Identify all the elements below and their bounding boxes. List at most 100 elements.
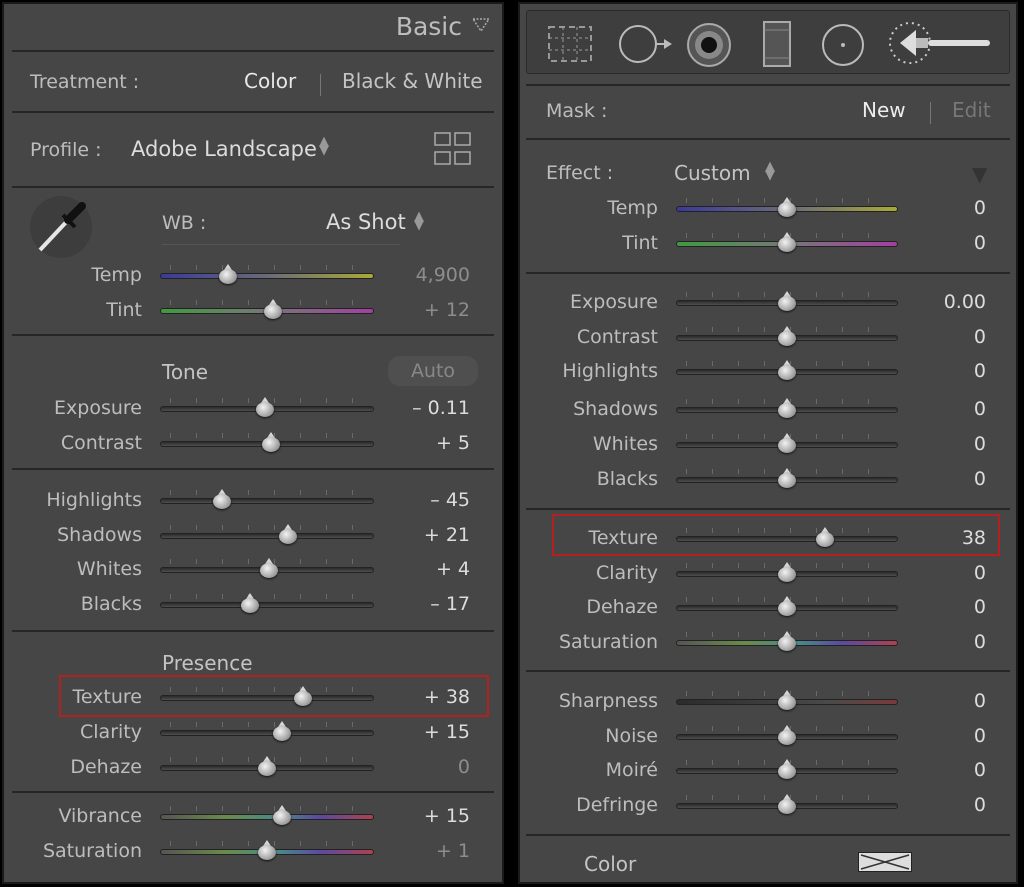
- crop-overlay-icon[interactable]: [546, 24, 594, 64]
- slider-value-vibrance[interactable]: + 15: [424, 805, 470, 827]
- slider-thumb-highlights[interactable]: [213, 489, 232, 511]
- effect-updown-icon[interactable]: ▲ ▼: [765, 160, 775, 182]
- wb-select[interactable]: As Shot: [326, 210, 406, 234]
- slider-value-blacks[interactable]: – 17: [430, 593, 470, 615]
- slider-track-vibrance[interactable]: [160, 814, 374, 820]
- eyedropper-icon[interactable]: [30, 196, 92, 258]
- slider-track-highlights[interactable]: [160, 498, 374, 504]
- slider-value-saturation[interactable]: + 1: [436, 840, 470, 862]
- slider-value-temp[interactable]: 0: [974, 197, 986, 219]
- slider-value-clarity[interactable]: + 15: [424, 721, 470, 743]
- slider-label-defringe: Defringe: [576, 794, 658, 816]
- slider-value-sharpness[interactable]: 0: [974, 690, 986, 712]
- slider-thumb-saturation[interactable]: [778, 631, 796, 653]
- slider-value-dehaze[interactable]: 0: [974, 596, 986, 618]
- slider-value-tint[interactable]: 0: [974, 232, 986, 254]
- mask-edit-button[interactable]: Edit: [952, 98, 991, 122]
- slider-thumb-vibrance[interactable]: [272, 805, 291, 827]
- slider-value-highlights[interactable]: 0: [974, 360, 986, 382]
- profile-browser-grid-icon[interactable]: [434, 132, 472, 166]
- graduated-filter-icon[interactable]: [758, 20, 796, 68]
- slider-value-whites[interactable]: 0: [974, 433, 986, 455]
- slider-label-clarity: Clarity: [596, 562, 658, 584]
- slider-value-dehaze[interactable]: 0: [458, 756, 470, 778]
- slider-thumb-moir[interactable]: [778, 759, 796, 781]
- slider-value-clarity[interactable]: 0: [974, 562, 986, 584]
- slider-track-texture[interactable]: [160, 695, 374, 701]
- slider-thumb-dehaze[interactable]: [258, 756, 276, 778]
- slider-track-blacks[interactable]: [160, 602, 374, 608]
- slider-value-contrast[interactable]: + 5: [436, 432, 470, 454]
- slider-thumb-temp[interactable]: [778, 197, 796, 219]
- profile-updown-icon[interactable]: ▲ ▼: [319, 135, 329, 157]
- treatment-bw-option[interactable]: Black & White: [342, 69, 483, 93]
- slider-thumb-sharpness[interactable]: [778, 690, 796, 712]
- slider-ticks: [170, 687, 366, 692]
- slider-ticks: [170, 594, 366, 599]
- slider-thumb-shadows[interactable]: [778, 398, 796, 420]
- slider-ticks: [170, 490, 366, 495]
- slider-thumb-whites[interactable]: [260, 558, 279, 580]
- slider-value-temp[interactable]: 4,900: [416, 264, 470, 286]
- slider-ticks: [170, 806, 366, 811]
- slider-label-texture: Texture: [72, 686, 142, 708]
- spot-removal-icon[interactable]: [618, 22, 674, 66]
- color-swatch-none[interactable]: [858, 852, 912, 872]
- slider-value-saturation[interactable]: 0: [974, 631, 986, 653]
- slider-value-texture[interactable]: + 38: [424, 686, 470, 708]
- slider-thumb-contrast[interactable]: [262, 432, 281, 454]
- slider-value-tint[interactable]: + 12: [424, 299, 470, 321]
- slider-label-highlights: Highlights: [46, 489, 142, 511]
- slider-value-shadows[interactable]: + 21: [424, 524, 470, 546]
- slider-thumb-clarity[interactable]: [778, 562, 796, 584]
- slider-track-shadows[interactable]: [160, 533, 374, 539]
- basic-panel-title[interactable]: Basic: [396, 12, 462, 41]
- slider-track-clarity[interactable]: [160, 730, 374, 736]
- mask-new-button[interactable]: New: [862, 98, 906, 122]
- red-eye-icon[interactable]: [686, 22, 732, 68]
- slider-thumb-clarity[interactable]: [272, 721, 291, 743]
- slider-thumb-highlights[interactable]: [778, 360, 796, 382]
- slider-thumb-saturation[interactable]: [258, 840, 276, 862]
- slider-label-moir: Moiré: [605, 759, 658, 781]
- radial-filter-icon[interactable]: [820, 22, 866, 68]
- slider-value-noise[interactable]: 0: [974, 725, 986, 747]
- slider-track-texture[interactable]: [676, 536, 898, 542]
- collapse-triangle-icon[interactable]: [472, 18, 490, 32]
- treatment-color-option[interactable]: Color: [244, 69, 296, 93]
- slider-value-blacks[interactable]: 0: [974, 468, 986, 490]
- wb-updown-icon[interactable]: ▲ ▼: [414, 210, 424, 232]
- slider-value-exposure[interactable]: – 0.11: [412, 397, 470, 419]
- slider-value-moir[interactable]: 0: [974, 759, 986, 781]
- slider-value-exposure[interactable]: 0.00: [944, 291, 986, 313]
- auto-tone-button[interactable]: Auto: [388, 356, 478, 386]
- slider-track-temp[interactable]: [160, 273, 374, 279]
- slider-thumb-dehaze[interactable]: [778, 596, 796, 618]
- slider-thumb-tint[interactable]: [778, 232, 796, 254]
- slider-thumb-blacks[interactable]: [240, 593, 259, 615]
- slider-thumb-shadows[interactable]: [279, 524, 298, 546]
- slider-thumb-contrast[interactable]: [778, 326, 796, 348]
- slider-ticks: [170, 525, 366, 530]
- slider-value-shadows[interactable]: 0: [974, 398, 986, 420]
- slider-value-defringe[interactable]: 0: [974, 794, 986, 816]
- slider-thumb-exposure[interactable]: [255, 397, 274, 419]
- slider-thumb-texture[interactable]: [815, 527, 834, 549]
- slider-value-texture[interactable]: 38: [962, 527, 986, 549]
- slider-thumb-tint[interactable]: [264, 299, 283, 321]
- slider-thumb-texture[interactable]: [294, 686, 313, 708]
- effect-label: Effect :: [546, 162, 614, 184]
- slider-value-contrast[interactable]: 0: [974, 326, 986, 348]
- slider-thumb-temp[interactable]: [219, 264, 238, 286]
- profile-select[interactable]: Adobe Landscape: [131, 137, 317, 161]
- effect-select[interactable]: Custom: [674, 161, 751, 185]
- slider-thumb-blacks[interactable]: [778, 468, 796, 490]
- slider-thumb-defringe[interactable]: [778, 794, 796, 816]
- effect-disclosure-icon[interactable]: ▼: [972, 162, 987, 186]
- slider-thumb-whites[interactable]: [778, 433, 796, 455]
- slider-thumb-noise[interactable]: [778, 725, 796, 747]
- slider-value-highlights[interactable]: – 45: [430, 489, 470, 511]
- slider-thumb-exposure[interactable]: [778, 291, 796, 313]
- slider-value-whites[interactable]: + 4: [436, 558, 470, 580]
- adjustment-brush-icon[interactable]: [886, 18, 996, 68]
